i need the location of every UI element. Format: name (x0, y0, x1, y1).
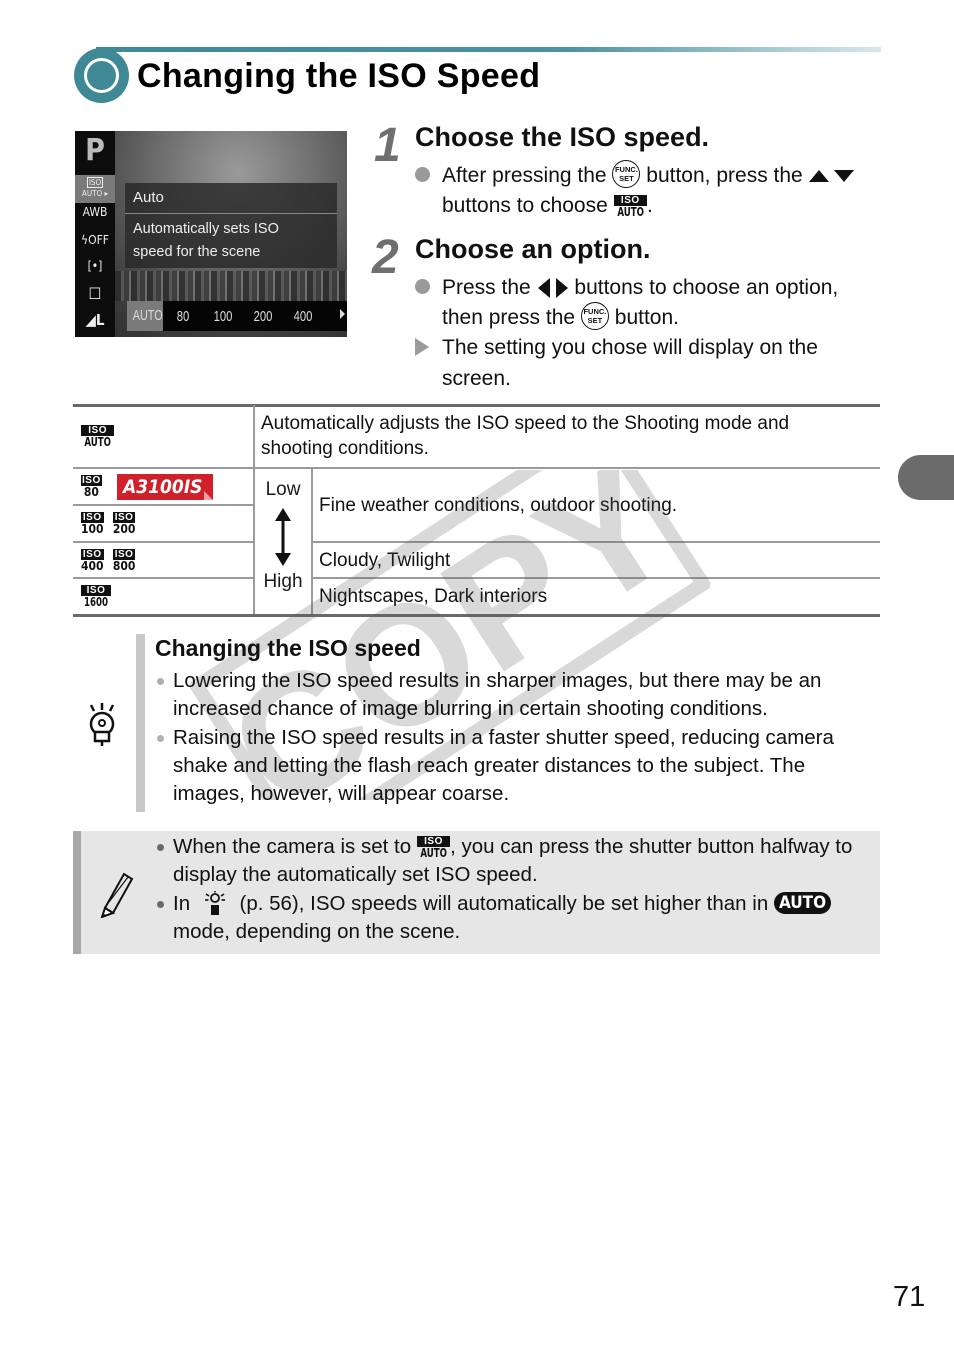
table-row: ISO 80 A3100IS Low High Fine weather cond… (73, 467, 880, 614)
title-rule (96, 47, 881, 52)
tip-title: Changing the ISO speed (155, 635, 421, 661)
left-right-arrows-icon (537, 278, 568, 299)
iso-80-icon: ISO 80 (81, 475, 102, 499)
lcd-option-selected: AUTO (127, 301, 163, 331)
step-instruction: After pressing the FUNC. SET button, pres… (415, 160, 855, 191)
tip-bar (136, 634, 145, 812)
lcd-option: 80 (176, 307, 190, 325)
iso-auto-icon: ISO AUTO (81, 424, 115, 448)
low-high-scale: Low High (253, 467, 312, 614)
lightbulb-icon (89, 703, 115, 746)
iso-400-icon: ISO 400 (81, 548, 104, 573)
func-set-button-icon: FUNC. SET (580, 302, 609, 331)
lcd-options-bar: AUTO 80 100 200 400 (127, 301, 347, 331)
table-row: ISO AUTO Automatically adjusts the ISO sp… (73, 405, 880, 468)
auto-mode-icon: AUTO (773, 892, 832, 915)
step-number: 1 (374, 119, 401, 172)
step-title: Choose the ISO speed. (415, 122, 710, 152)
scale-low-label: Low (265, 479, 301, 500)
lcd-iso-item: ISO AUTO ▸ (75, 175, 115, 203)
note-bar (73, 831, 81, 954)
tip-item: Raising the ISO speed results in a faste… (155, 724, 880, 808)
iso-description: Fine weather conditions, outdoor shootin… (311, 467, 880, 542)
iso-1600-cell: ISO 1600 (73, 577, 254, 614)
iso-auto-description: Automatically adjusts the ISO speed to t… (253, 405, 880, 468)
pencil-icon (100, 872, 134, 918)
lcd-wb-item: AWB (82, 205, 108, 219)
lcd-flash-item: ϟOFF (80, 233, 110, 247)
bullet-icon (415, 167, 430, 183)
table-row: ISO 1600 Nightscapes, Dark interiors (73, 577, 880, 614)
iso-description: Cloudy, Twilight (311, 541, 880, 578)
iso-400-800-cell: ISO 400 ISO 800 (73, 541, 254, 578)
camera-screen-image: P ISO AUTO ▸ AWB ϟOFF [•] ☐ ◢L Auto Autom… (75, 131, 347, 337)
lcd-drive-icon: ☐ (88, 284, 102, 303)
lcd-panel-desc-1: Automatically sets ISO (133, 221, 279, 237)
up-down-arrows-icon (808, 170, 854, 183)
lcd-mode: P (85, 133, 105, 168)
note-list: When the camera is set to ISO AUTO, you c… (155, 833, 880, 947)
lcd-panel-title: Auto (125, 183, 337, 214)
step-number: 2 (372, 231, 399, 284)
step-instruction: buttons to choose ISO AUTO. (442, 194, 653, 219)
result-arrow-icon (415, 337, 429, 356)
lcd-panel-desc-2: speed for the scene (133, 244, 261, 260)
iso-description: Nightscapes, Dark interiors (311, 577, 880, 614)
iso-200-icon: ISO 200 (112, 512, 136, 536)
table-row: ISO 400 ISO 800 Cloudy, Twilight (73, 541, 880, 578)
step-instruction: then press the FUNC. SET button. (415, 302, 679, 333)
iso-auto-icon: ISO AUTO (613, 194, 647, 218)
section-bullet-icon (74, 48, 129, 103)
step-result: The setting you chose will display on th… (415, 333, 818, 363)
lcd-info-panel: Auto Automatically sets ISO speed for th… (125, 183, 337, 268)
lcd-option: 200 (253, 307, 273, 325)
note-item: When the camera is set to ISO AUTO, you c… (155, 833, 880, 889)
bullet-icon (415, 279, 430, 295)
iso-auto-cell: ISO AUTO (73, 405, 254, 468)
func-set-button-icon: FUNC. SET (612, 160, 641, 189)
iso-80-cell: ISO 80 A3100IS (73, 467, 254, 505)
double-arrow-icon (275, 508, 291, 566)
page-title: Changing the ISO Speed (137, 57, 541, 95)
tip-item: Lowering the ISO speed results in sharpe… (155, 667, 880, 723)
page-number: 71 (893, 1281, 926, 1313)
table-bottom-border (73, 614, 880, 617)
iso-1600-icon: ISO 1600 (81, 585, 112, 608)
iso-auto-icon: ISO AUTO (416, 836, 451, 859)
note-item: In (p. 56), ISO speeds will automaticall… (155, 890, 880, 946)
lcd-size-item: ◢L (85, 311, 105, 329)
model-badge: A3100IS (117, 473, 213, 500)
step-result: screen. (442, 367, 511, 390)
chapter-tab (898, 455, 954, 500)
step-title: Choose an option. (415, 234, 651, 264)
tip-list: Lowering the ISO speed results in sharpe… (155, 667, 880, 809)
scale-high-label: High (263, 571, 303, 592)
iso-100-200-cell: ISO 100 ISO 200 (73, 504, 254, 542)
lcd-metering-icon: [•] (87, 259, 103, 273)
iso-100-icon: ISO 100 (81, 512, 104, 536)
lcd-arrow-right-icon (340, 309, 345, 319)
lcd-sidebar: P ISO AUTO ▸ AWB ϟOFF [•] ☐ ◢L (75, 131, 115, 337)
lcd-option: 400 (293, 307, 313, 325)
lcd-option: 100 (213, 307, 233, 325)
step-instruction: Press the buttons to choose an option, (415, 273, 838, 303)
iso-800-icon: ISO 800 (112, 548, 136, 573)
low-light-scene-icon (204, 890, 225, 915)
iso-options-table: ISO AUTO Automatically adjusts the ISO sp… (73, 405, 880, 614)
